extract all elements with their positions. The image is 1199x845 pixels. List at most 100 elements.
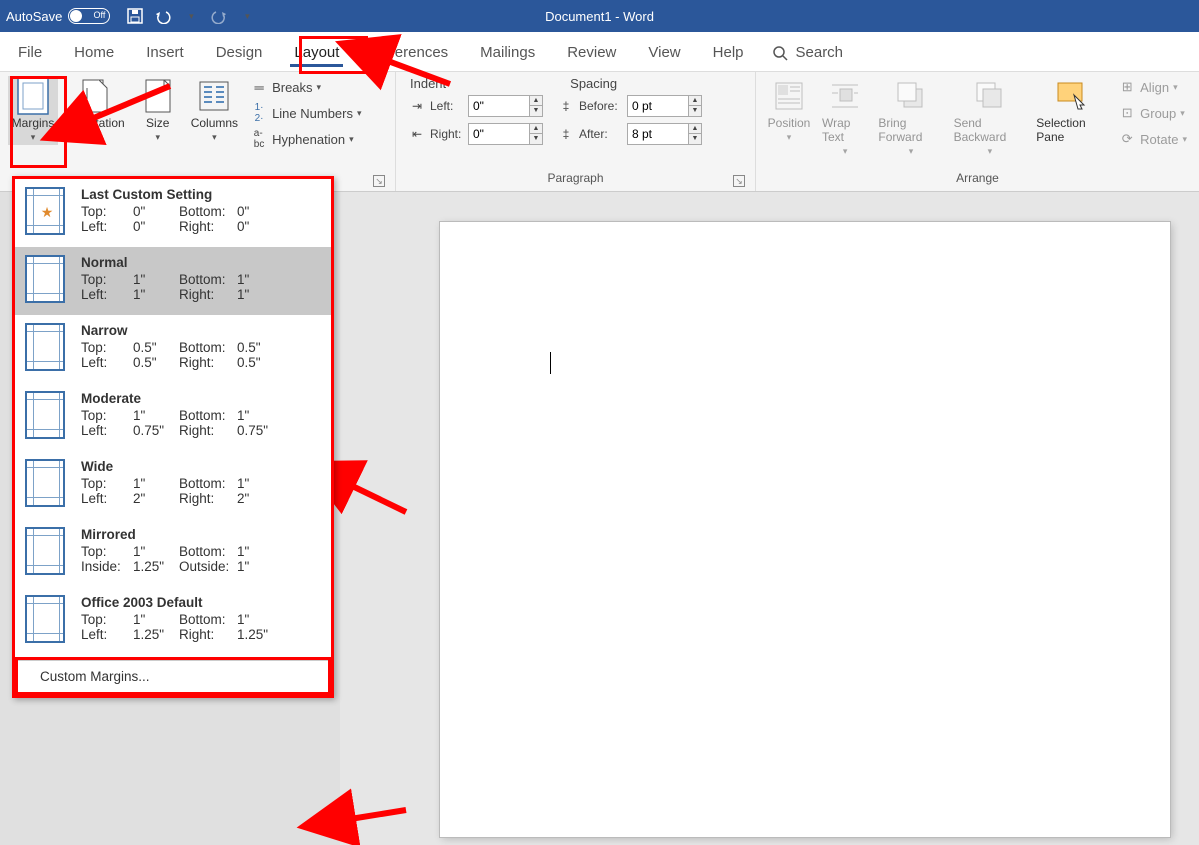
preset-name: Mirrored [81, 527, 321, 542]
wrap-text-button[interactable]: Wrap Text▾ [820, 76, 870, 159]
size-button[interactable]: Size▾ [133, 76, 183, 145]
indent-left-icon: ⇥ [408, 97, 426, 115]
title-bar: AutoSave Off ▾ ▾ Document1 - Word [0, 0, 1199, 32]
page-setup-small-buttons: ═Breaks▾ 1·2·Line Numbers▾ a-bcHyphenati… [246, 76, 365, 150]
autosave-label: AutoSave [6, 9, 62, 24]
quick-access-toolbar: ▾ ▾ [124, 5, 258, 27]
margins-preset-item[interactable]: MirroredTop:1"Bottom:1"Inside:1.25"Outsi… [15, 519, 331, 587]
paragraph-launcher[interactable]: ↘ [733, 175, 745, 187]
tab-insert[interactable]: Insert [142, 36, 188, 71]
send-backward-button[interactable]: Send Backward▾ [952, 76, 1029, 159]
size-icon [140, 78, 176, 114]
margins-preset-item[interactable]: ★Last Custom SettingTop:0"Bottom:0"Left:… [15, 179, 331, 247]
margin-preset-icon: ★ [25, 187, 65, 235]
columns-button[interactable]: Columns▾ [189, 76, 240, 145]
send-backward-icon [972, 78, 1008, 114]
tab-view[interactable]: View [644, 36, 684, 71]
preset-name: Office 2003 Default [81, 595, 321, 610]
tab-home[interactable]: Home [70, 36, 118, 71]
selection-pane-icon [1053, 78, 1089, 114]
group-arrange: Position▾ Wrap Text▾ Bring Forward▾ Send… [756, 72, 1199, 191]
bring-forward-icon [893, 78, 929, 114]
columns-icon [196, 78, 232, 114]
window-title: Document1 - Word [545, 9, 654, 24]
group-label-arrange: Arrange [764, 169, 1191, 189]
orientation-button[interactable]: Orientation▾ [64, 76, 127, 145]
arrange-small-buttons: ⊞Align▾ ⊡Group▾ ⟳Rotate▾ [1114, 76, 1191, 150]
margin-preset-icon [25, 527, 65, 575]
search-box[interactable]: Search [772, 44, 844, 71]
preset-name: Narrow [81, 323, 321, 338]
preset-name: Normal [81, 255, 321, 270]
margin-preset-icon [25, 595, 65, 643]
breaks-button[interactable]: ═Breaks▾ [246, 76, 365, 98]
margins-preset-item[interactable]: NormalTop:1"Bottom:1"Left:1"Right:1" [15, 247, 331, 315]
margins-preset-item[interactable]: WideTop:1"Bottom:1"Left:2"Right:2" [15, 451, 331, 519]
qat-customize-icon[interactable]: ▾ [236, 5, 258, 27]
breaks-icon: ═ [250, 78, 268, 96]
save-icon[interactable] [124, 5, 146, 27]
tab-help[interactable]: Help [709, 36, 748, 71]
autosave-toggle[interactable]: AutoSave Off [6, 8, 110, 24]
margins-preset-item[interactable]: NarrowTop:0.5"Bottom:0.5"Left:0.5"Right:… [15, 315, 331, 383]
position-icon [771, 78, 807, 114]
undo-dropdown-icon[interactable]: ▾ [180, 5, 202, 27]
preset-name: Last Custom Setting [81, 187, 321, 202]
line-numbers-icon: 1·2· [250, 104, 268, 122]
margins-button[interactable]: Margins▾ [8, 76, 58, 145]
spacing-before-icon: ‡ [557, 97, 575, 115]
text-cursor [550, 352, 551, 374]
spacing-after-icon: ‡ [557, 125, 575, 143]
margins-icon [15, 78, 51, 114]
tab-mailings[interactable]: Mailings [476, 36, 539, 71]
tab-file[interactable]: File [14, 36, 46, 71]
group-label-paragraph: Paragraph↘ [404, 169, 747, 189]
margin-preset-icon [25, 323, 65, 371]
indent-header: Indent [410, 76, 446, 91]
margin-preset-icon [25, 255, 65, 303]
margins-preset-item[interactable]: ModerateTop:1"Bottom:1"Left:0.75"Right:0… [15, 383, 331, 451]
ribbon: Margins▾ Orientation▾ Size▾ Columns▾ ═Br… [0, 72, 1199, 192]
margin-preset-icon [25, 391, 65, 439]
rotate-button[interactable]: ⟳Rotate▾ [1114, 128, 1191, 150]
group-objects-button[interactable]: ⊡Group▾ [1114, 102, 1191, 124]
redo-icon[interactable] [208, 5, 230, 27]
search-label: Search [796, 44, 844, 61]
page[interactable] [440, 222, 1170, 837]
preset-name: Moderate [81, 391, 321, 406]
indent-right-input[interactable]: ▲▼ [468, 123, 543, 145]
indent-left-input[interactable]: ▲▼ [468, 95, 543, 117]
spinner-down[interactable]: ▼ [530, 106, 542, 116]
custom-margins-item[interactable]: Custom Margins... [18, 660, 328, 692]
group-icon: ⊡ [1118, 104, 1136, 122]
spacing-header: Spacing [570, 76, 617, 91]
svg-text:★: ★ [41, 204, 54, 220]
align-button[interactable]: ⊞Align▾ [1114, 76, 1191, 98]
page-setup-launcher[interactable]: ↘ [373, 175, 385, 187]
tab-references[interactable]: References [367, 36, 452, 71]
tab-layout[interactable]: Layout [290, 36, 343, 71]
search-icon [772, 45, 788, 61]
align-icon: ⊞ [1118, 78, 1136, 96]
spinner-up[interactable]: ▲ [530, 96, 542, 106]
line-numbers-button[interactable]: 1·2·Line Numbers▾ [246, 102, 365, 124]
margins-dropdown: ★Last Custom SettingTop:0"Bottom:0"Left:… [12, 176, 334, 698]
spacing-after-input[interactable]: ▲▼ [627, 123, 702, 145]
toggle-switch[interactable]: Off [68, 8, 110, 24]
hyphenation-button[interactable]: a-bcHyphenation▾ [246, 128, 365, 150]
group-paragraph: Indent Spacing ⇥ Left: ▲▼ ‡ Before: ▲▼ ⇤… [396, 72, 756, 191]
tab-review[interactable]: Review [563, 36, 620, 71]
hyphenation-icon: a-bc [250, 130, 268, 148]
selection-pane-button[interactable]: Selection Pane [1034, 76, 1108, 146]
ribbon-tabs: File Home Insert Design Layout Reference… [0, 32, 1199, 72]
margins-preset-item[interactable]: Office 2003 DefaultTop:1"Bottom:1"Left:1… [15, 587, 331, 655]
undo-icon[interactable] [152, 5, 174, 27]
indent-right-icon: ⇤ [408, 125, 426, 143]
spacing-before-input[interactable]: ▲▼ [627, 95, 702, 117]
document-area[interactable] [340, 192, 1199, 845]
margin-preset-icon [25, 459, 65, 507]
tab-design[interactable]: Design [212, 36, 267, 71]
rotate-icon: ⟳ [1118, 130, 1136, 148]
bring-forward-button[interactable]: Bring Forward▾ [876, 76, 945, 159]
position-button[interactable]: Position▾ [764, 76, 814, 145]
